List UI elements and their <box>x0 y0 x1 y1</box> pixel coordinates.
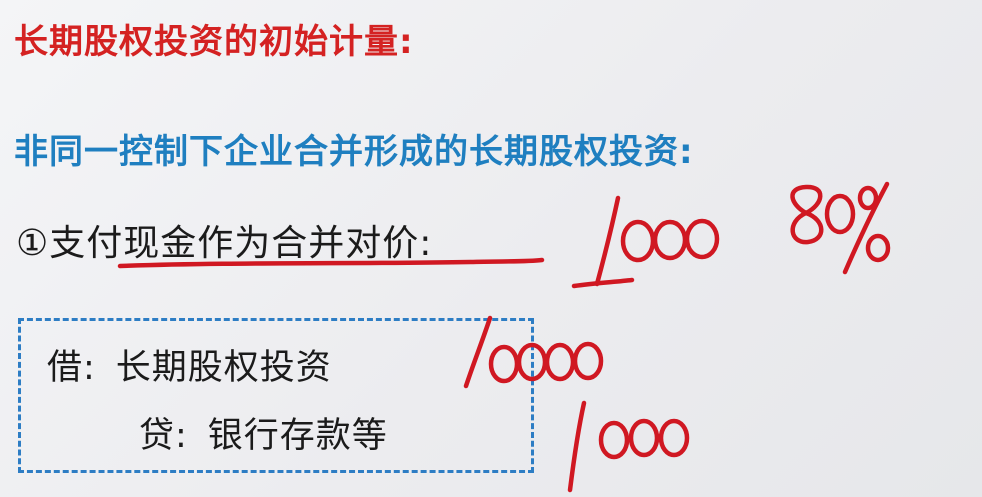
handwritten-credit-amount <box>567 400 690 493</box>
handwritten-ownership-percentage <box>790 181 891 275</box>
handwritten-consideration-amount <box>571 195 720 289</box>
underline-annotation <box>117 257 545 269</box>
handwritten-debit-amount <box>463 315 604 389</box>
handwriting-layer <box>117 181 891 493</box>
lecture-slide: 长期股权投资的初始计量: 非同一控制下企业合并形成的长期股权投资: ①支付现金作… <box>0 0 982 497</box>
